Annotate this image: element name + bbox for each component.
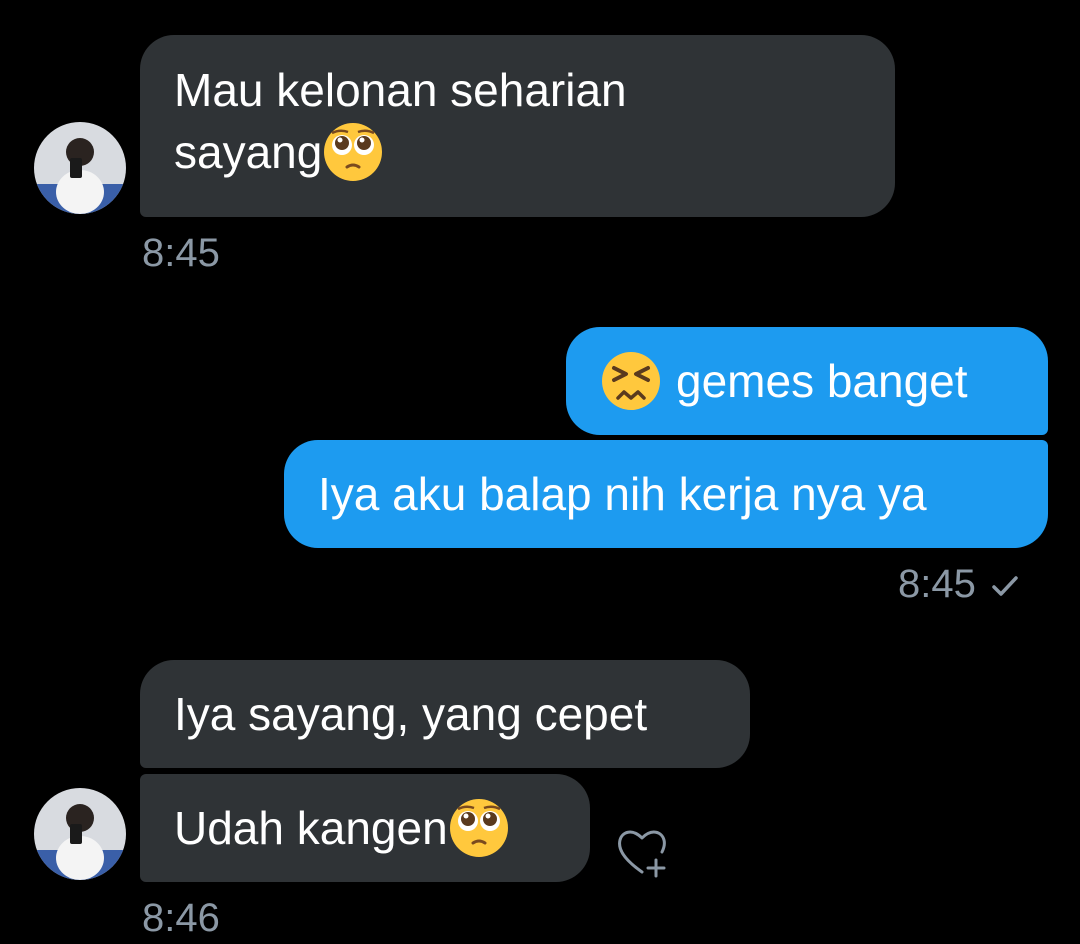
message-bubble[interactable]: Udah kangen — [140, 774, 590, 882]
message-text-line1: Mau kelonan seharian — [174, 64, 627, 116]
message-bubble[interactable]: Mau kelonan seharian sayang — [140, 35, 895, 217]
message-bubble[interactable]: gemes banget — [566, 327, 1048, 435]
message-timestamp: 8:45 — [898, 562, 976, 606]
avatar[interactable] — [34, 788, 126, 880]
message-timestamp: 8:45 — [142, 231, 220, 275]
message-text: Iya aku balap nih kerja nya ya — [318, 468, 927, 520]
avatar[interactable] — [34, 122, 126, 214]
message-text: sayang — [174, 126, 323, 178]
message-text: Udah kangen — [174, 802, 448, 854]
heart-plus-icon[interactable] — [612, 822, 672, 882]
message-text: Iya sayang, yang cepet — [174, 688, 648, 740]
message-bubble[interactable]: Iya sayang, yang cepet — [140, 660, 750, 768]
pleading-face-emoji-icon — [448, 797, 510, 859]
pleading-face-emoji-icon — [322, 121, 384, 183]
message-bubble[interactable]: Iya aku balap nih kerja nya ya — [284, 440, 1048, 548]
message-text: gemes banget — [676, 355, 968, 407]
message-timestamp: 8:46 — [142, 896, 220, 940]
persevering-face-emoji-icon — [600, 350, 662, 412]
message-text-line2: sayang — [174, 121, 861, 183]
checkmark-icon — [990, 574, 1020, 605]
message-meta: 8:45 — [898, 562, 1020, 606]
